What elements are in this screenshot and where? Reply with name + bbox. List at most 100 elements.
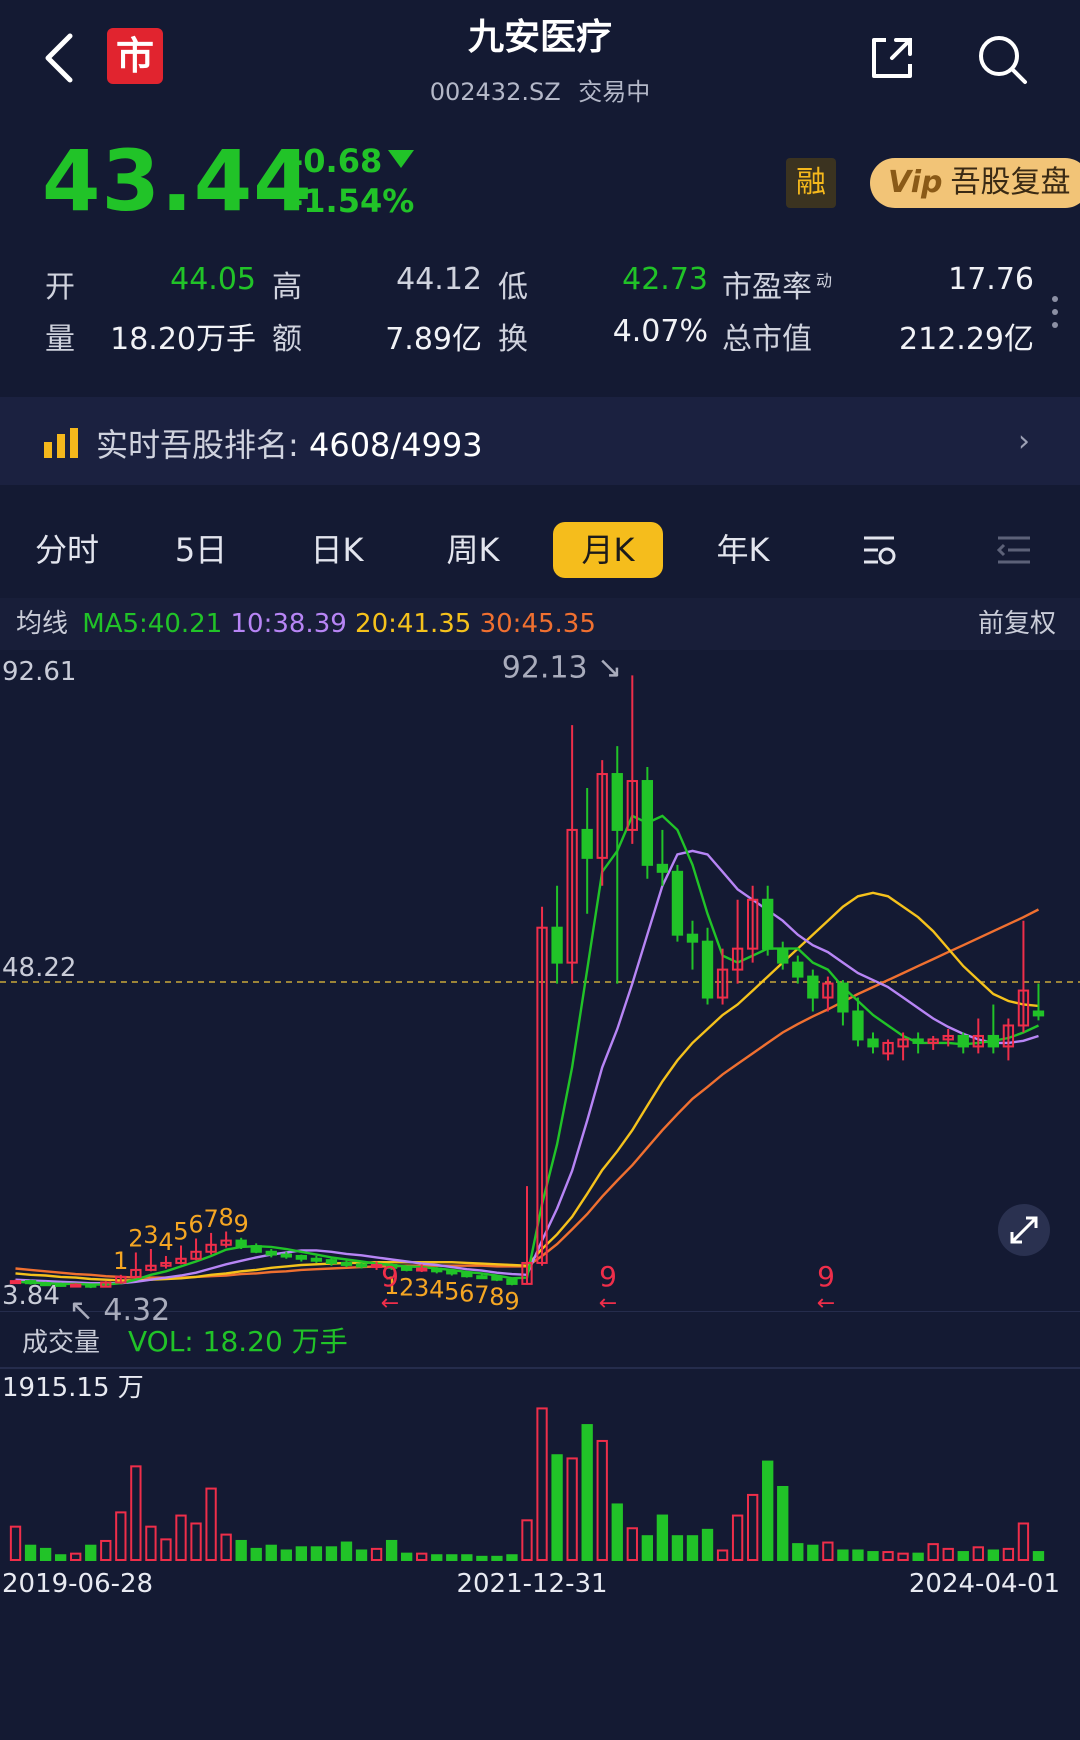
volume-bar [461, 1554, 473, 1562]
td-top-number: 1 [113, 1247, 128, 1275]
candle [852, 1010, 864, 1041]
candle [1032, 1010, 1045, 1017]
volume-bar [927, 1543, 939, 1562]
signal-label: 9 [599, 1260, 617, 1293]
search-icon[interactable] [975, 32, 1031, 88]
candle [39, 1282, 52, 1287]
candle [987, 1034, 1000, 1048]
date-label-start: 2019-06-28 [2, 1569, 153, 1599]
candle [686, 933, 699, 943]
volume-bar [686, 1535, 699, 1562]
vip-label: 吾股复盘 [950, 165, 1071, 200]
volume-bar [852, 1549, 864, 1562]
volume-bar [671, 1535, 684, 1562]
tab-intraday[interactable]: 分时 [12, 522, 122, 578]
candle [340, 1261, 353, 1266]
volume-bar [777, 1485, 789, 1562]
tab-daily-k[interactable]: 日K [282, 522, 392, 578]
amount-value: 7.89亿 [385, 322, 482, 357]
volume-bar [431, 1554, 443, 1562]
vip-review-button[interactable]: Vip 吾股复盘 [870, 158, 1080, 208]
volume-bar [160, 1538, 172, 1562]
price-change-pct: -1.54% [290, 182, 415, 220]
volume-bar [551, 1454, 563, 1561]
td-top-number: 2 [128, 1224, 143, 1252]
signal-arrow-icon: ← [381, 1291, 399, 1316]
price-change: -0.68 [290, 142, 383, 180]
volume-bar [957, 1551, 969, 1562]
tab-monthly-k[interactable]: 月K [553, 522, 663, 578]
td-bottom-number: 4 [429, 1275, 444, 1303]
candle [777, 947, 789, 964]
volume-bar [792, 1543, 804, 1562]
last-price: 43.44 [42, 132, 313, 230]
more-icon[interactable] [1052, 296, 1058, 332]
td-top-number: 8 [218, 1204, 233, 1232]
date-label-end: 2024-04-01 [909, 1569, 1060, 1599]
vip-icon: Vip [888, 165, 943, 200]
volume-bar [370, 1547, 383, 1562]
kline-chart[interactable]: 92.6148.223.8492.13 ↘↖ 4.3212 3 4 5 6 7 8 91 2 3 4… [0, 652, 1080, 1740]
candle [325, 1259, 338, 1264]
candle [9, 1280, 22, 1285]
volume-bar [656, 1514, 669, 1561]
candle [310, 1257, 323, 1262]
volume-bar [701, 1528, 714, 1561]
date-label-mid: 2021-12-31 [456, 1569, 607, 1599]
y-axis-mid-label: 48.22 [2, 953, 76, 983]
candle [611, 773, 623, 831]
tab-weekly-k[interactable]: 周K [418, 522, 528, 578]
max-price-label: 92.13 ↘ [502, 652, 623, 685]
td-bottom-number: 6 [459, 1280, 474, 1308]
candle [641, 780, 654, 866]
td-bottom-number: 5 [444, 1278, 459, 1306]
volume-bar [24, 1544, 37, 1562]
td-top-number: 3 [143, 1221, 158, 1249]
volume-bar [145, 1525, 157, 1561]
min-price-label: ↖ 4.32 [69, 1293, 170, 1328]
tab-yearly-k[interactable]: 年K [688, 522, 798, 578]
volume-bar [85, 1544, 97, 1562]
volume-bar [175, 1514, 187, 1561]
signal-label: 9 [381, 1260, 399, 1293]
candle [461, 1272, 473, 1278]
mktcap-value: 212.29亿 [899, 322, 1034, 357]
share-icon[interactable] [866, 32, 918, 84]
candle [762, 898, 774, 950]
volume-bar [912, 1552, 924, 1562]
stock-name: 九安医疗 [467, 17, 612, 58]
ma5-value: MA5:40.21 [82, 609, 223, 639]
candle [370, 1264, 383, 1269]
volume-bar [100, 1539, 112, 1562]
volume-bar [807, 1544, 819, 1562]
open-label: 开 [45, 270, 75, 305]
adjust-mode[interactable]: 前复权 [978, 598, 1056, 650]
menu-lines-icon[interactable] [996, 532, 1032, 568]
open-value: 44.05 [170, 262, 256, 297]
volume-bar [536, 1407, 548, 1562]
indicator-settings-icon[interactable] [860, 530, 898, 570]
tab-5day[interactable]: 5日 [146, 522, 256, 578]
candle [671, 870, 684, 936]
expand-button[interactable] [998, 1204, 1050, 1256]
volume-bar [746, 1493, 759, 1562]
volume-bar [295, 1546, 308, 1562]
volume-bar [611, 1503, 623, 1561]
margin-badge[interactable]: 融 [786, 158, 836, 208]
candle [280, 1253, 292, 1258]
candle [416, 1267, 428, 1272]
candle [581, 828, 593, 859]
volume-bar [476, 1555, 488, 1562]
rank-text: 实时吾股排名: 4608/4993 [96, 420, 483, 466]
candle [656, 863, 669, 873]
volume-value: 18.20万手 [110, 322, 256, 357]
candle [70, 1283, 82, 1288]
rank-label: 实时吾股排名: [96, 426, 299, 464]
candle [295, 1254, 308, 1260]
low-label: 低 [498, 270, 528, 305]
candle [807, 975, 819, 999]
volume-bar [641, 1535, 654, 1562]
candle [506, 1278, 518, 1285]
candle [837, 982, 849, 1013]
chevron-right-icon[interactable]: › [1018, 424, 1030, 459]
